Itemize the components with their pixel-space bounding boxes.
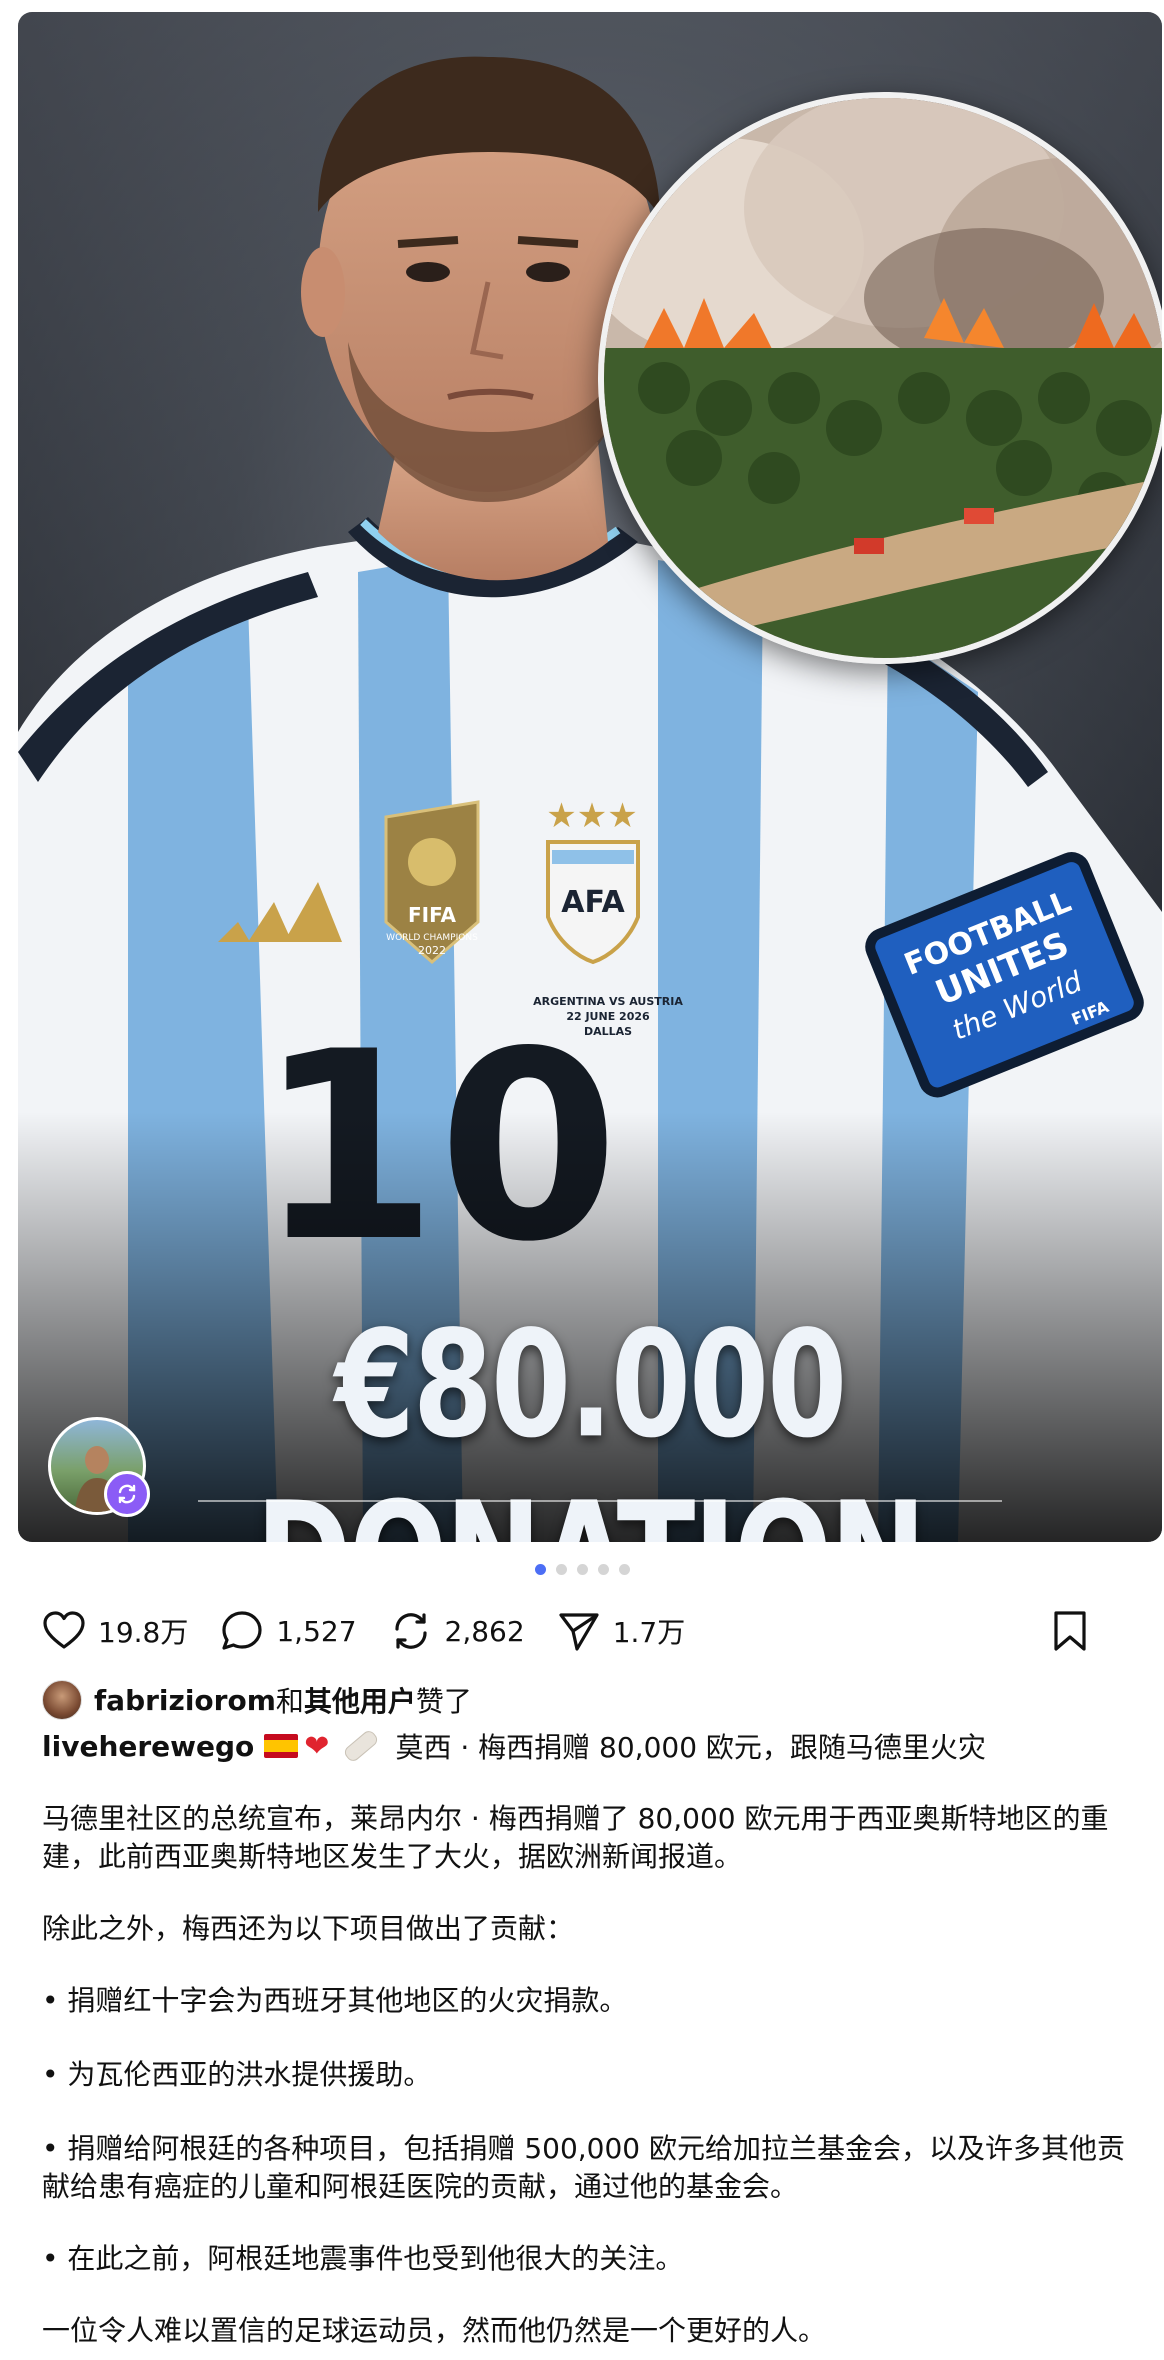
carousel-dot-3[interactable] bbox=[576, 1564, 588, 1575]
repost-count: 2,862 bbox=[444, 1614, 525, 1648]
comment-count: 1,527 bbox=[276, 1614, 357, 1648]
caption-title: 莫西 · 梅西捐赠 80,000 欧元，跟随马德里火灾 bbox=[395, 1731, 986, 1764]
carousel-dot-5[interactable] bbox=[618, 1564, 630, 1575]
carousel-dot-2[interactable] bbox=[555, 1564, 567, 1575]
bookmark-button[interactable] bbox=[1046, 1607, 1094, 1655]
caption-bullet-4: • 在此之前，阿根廷地震事件也受到他很大的关注。 bbox=[42, 2242, 684, 2275]
poster-avatar[interactable] bbox=[48, 1417, 150, 1517]
share-button[interactable]: 1.7万 bbox=[555, 1607, 686, 1655]
repost-button[interactable]: 2,862 bbox=[387, 1607, 525, 1655]
liker-username[interactable]: fabriziorom bbox=[94, 1684, 276, 1717]
liked-by-connector: 和 bbox=[275, 1685, 304, 1718]
carousel-dot-4[interactable] bbox=[597, 1564, 609, 1575]
caption-header: liveherewego ❤ 莫西 · 梅西捐赠 80,000 欧元，跟随马德里… bbox=[42, 1726, 986, 1766]
svg-text:AFA: AFA bbox=[561, 885, 625, 920]
wildfire-illustration bbox=[604, 98, 1162, 658]
like-count: 19.8万 bbox=[98, 1616, 189, 1649]
liked-by-suffix: 赞了 bbox=[415, 1685, 472, 1718]
donation-headline: €80.000 DONATION bbox=[256, 1299, 927, 1542]
fifa-champions-badge: FIFA WORLD CHAMPIONS 2022 bbox=[384, 800, 480, 964]
carousel-dot-1[interactable] bbox=[534, 1564, 546, 1575]
comment-button[interactable]: 1,527 bbox=[218, 1607, 357, 1655]
send-icon bbox=[559, 1613, 599, 1651]
caption-bullet-1: • 捐赠红十字会为西班牙其他地区的火灾捐款。 bbox=[42, 1984, 628, 2017]
comment-icon bbox=[222, 1611, 262, 1650]
caption-username[interactable]: liveherewego bbox=[42, 1730, 254, 1763]
headline-divider bbox=[198, 1500, 1002, 1502]
liked-by-row[interactable]: fabriziorom 和 其他用户 赞了 bbox=[42, 1680, 472, 1720]
carousel-indicator bbox=[0, 1564, 1164, 1575]
liker-avatar[interactable] bbox=[42, 1680, 82, 1720]
heart-icon bbox=[43, 1611, 85, 1649]
caption-paragraph-1: 马德里社区的总统宣布，莱昂内尔 · 梅西捐赠了 80,000 欧元用于西亚奥斯特… bbox=[42, 1802, 1109, 1873]
bookmark-icon bbox=[1054, 1611, 1086, 1651]
action-bar: 19.8万 1,527 2,862 1.7万 bbox=[40, 1606, 1124, 1656]
liked-by-others[interactable]: 其他用户 bbox=[304, 1680, 416, 1720]
svg-text:WORLD CHAMPIONS: WORLD CHAMPIONS bbox=[386, 933, 478, 943]
post-image[interactable]: FIFA WORLD CHAMPIONS 2022 ★★★ AFA ARGENT… bbox=[18, 12, 1162, 1542]
repost-icon bbox=[394, 1613, 427, 1649]
caption-bullet-3: • 捐赠给阿根廷的各种项目，包括捐赠 500,000 欧元给加拉兰基金会，以及许… bbox=[42, 2132, 1126, 2203]
spain-flag-icon bbox=[264, 1734, 299, 1758]
caption-bullet-2: • 为瓦伦西亚的洪水提供援助。 bbox=[42, 2058, 432, 2091]
share-count: 1.7万 bbox=[612, 1616, 686, 1649]
bandage-icon bbox=[342, 1728, 381, 1764]
repost-badge-icon bbox=[104, 1471, 150, 1517]
svg-text:★★★: ★★★ bbox=[546, 796, 637, 836]
svg-text:FIFA: FIFA bbox=[408, 903, 456, 927]
svg-text:2022: 2022 bbox=[418, 944, 446, 957]
red-heart-icon: ❤ bbox=[304, 1728, 330, 1764]
wildfire-inset-image bbox=[598, 92, 1162, 664]
caption-paragraph-2: 除此之外，梅西还为以下项目做出了贡献： bbox=[42, 1912, 575, 1945]
caption-closing: 一位令人难以置信的足球运动员，然而他仍然是一个更好的人。 bbox=[42, 2314, 827, 2347]
like-button[interactable]: 19.8万 bbox=[40, 1607, 188, 1655]
